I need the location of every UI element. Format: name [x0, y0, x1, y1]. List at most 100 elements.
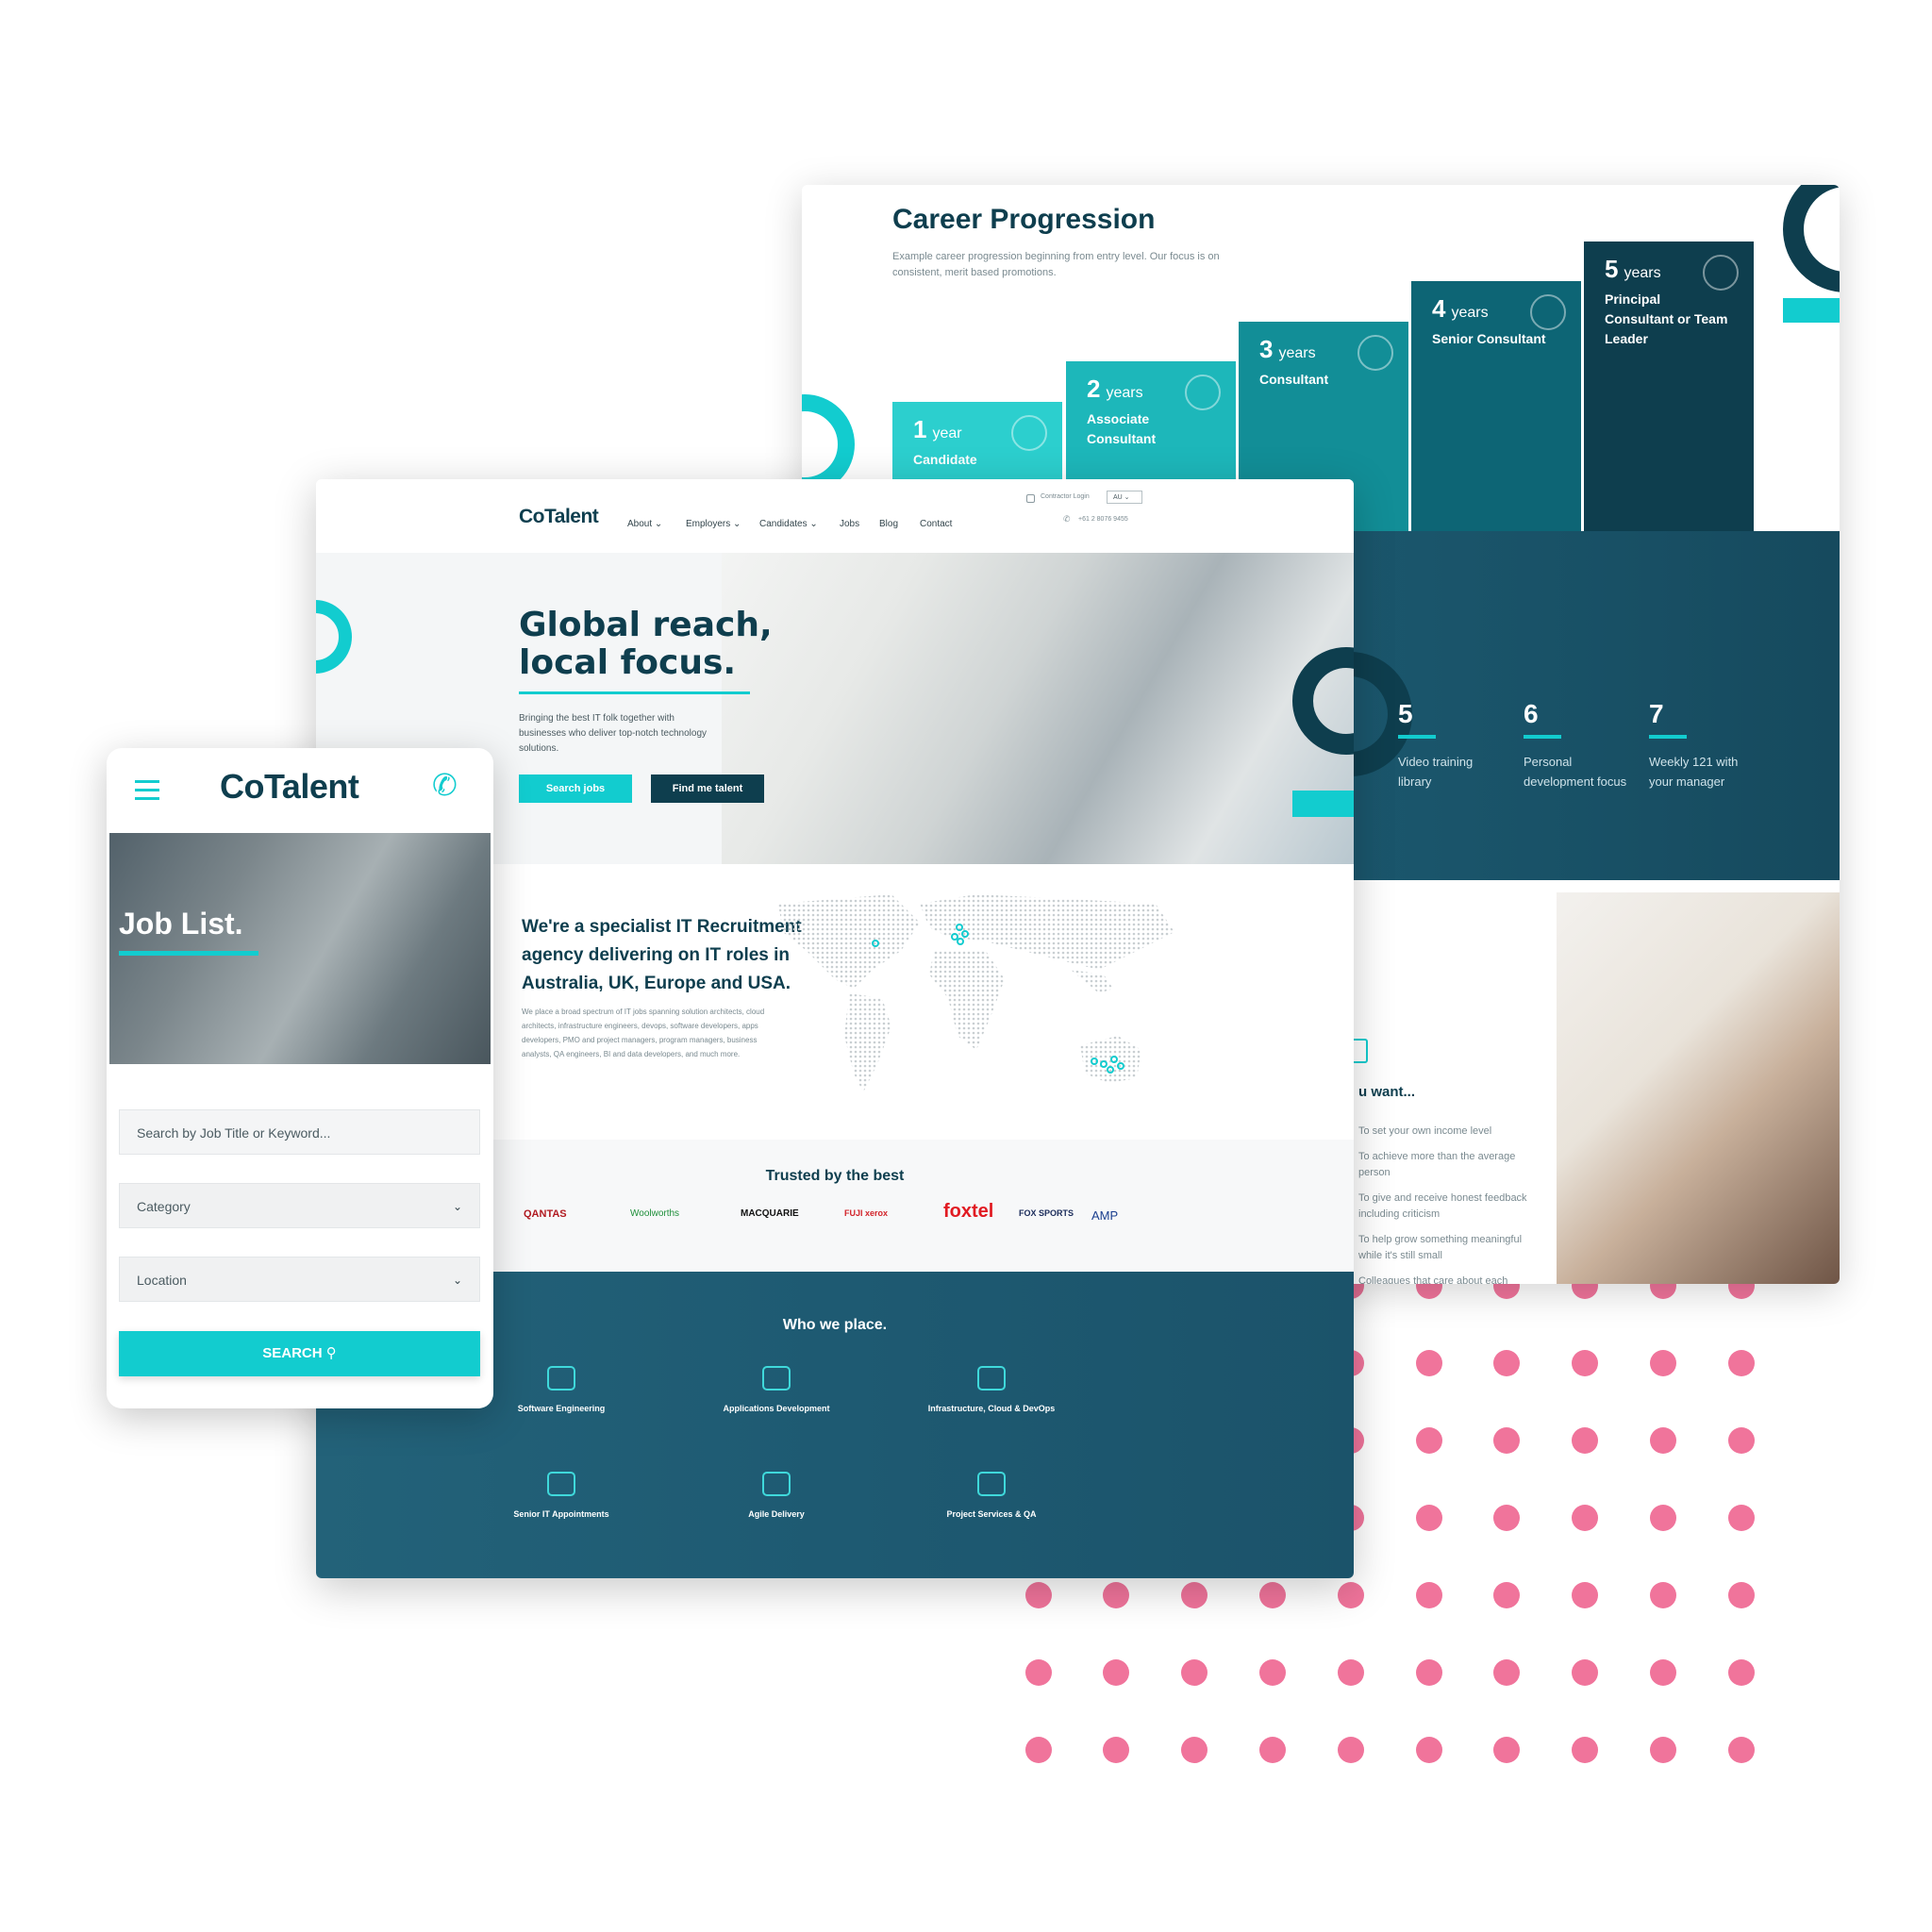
decorative-dot [1181, 1582, 1208, 1608]
category-applications-development[interactable]: Applications Development [673, 1366, 880, 1413]
chevron-down-icon: ⌄ [452, 1274, 462, 1287]
want-title: u want... [1358, 1084, 1415, 1100]
decorative-bar [1292, 791, 1354, 817]
nav-about[interactable]: About ⌄ [627, 519, 662, 529]
decorative-dot [1572, 1582, 1598, 1608]
office-photo [1557, 892, 1840, 1284]
mobile-job-list-page: CoTalent ✆ Job List. Search by Job Title… [107, 748, 493, 1408]
chevron-down-icon: ⌄ [452, 1200, 462, 1213]
decorative-dot [1650, 1737, 1676, 1763]
world-map [778, 894, 1174, 1092]
monitor-code-icon [547, 1366, 575, 1391]
decorative-dot [1728, 1505, 1755, 1531]
brand-logo-amp: AMP [1091, 1208, 1119, 1223]
decorative-dot [1181, 1737, 1208, 1763]
decorative-dot [1416, 1737, 1442, 1763]
category-infrastructure[interactable]: Infrastructure, Cloud & DevOps [888, 1366, 1095, 1413]
want-list: To set your own income level To achieve … [1358, 1125, 1527, 1284]
decorative-dot [1416, 1427, 1442, 1454]
decorative-dot [1493, 1427, 1520, 1454]
lock-icon [1026, 494, 1035, 503]
job-list-hero-photo [109, 833, 491, 1064]
region-select[interactable]: AU ⌄ [1107, 491, 1142, 504]
hero-underline [519, 691, 750, 694]
stat-item: 7 Weekly 121 with your manager [1649, 699, 1739, 789]
decorative-dot [1338, 1582, 1364, 1608]
phone-icon: ✆ [1063, 514, 1071, 524]
brand-logo-woolworths: Woolworths [630, 1208, 680, 1219]
category-agile-delivery[interactable]: Agile Delivery [673, 1472, 880, 1519]
category-project-services[interactable]: Project Services & QA [888, 1472, 1095, 1519]
career-step-5: 5 years Principal Consultant or Team Lead… [1584, 242, 1754, 534]
brand-logo-foxsports: FOX SPORTS [1019, 1208, 1074, 1218]
decorative-dot [1025, 1659, 1052, 1686]
job-list-title: Job List. [119, 907, 243, 941]
contractor-login-link[interactable]: Contractor Login [1041, 493, 1090, 500]
brand-logo-macquarie: MACQUARIE [741, 1208, 799, 1219]
brand-logo-foxtel: foxtel [943, 1201, 994, 1222]
decorative-ring [1783, 185, 1840, 292]
search-button[interactable]: SEARCH ⚲ [119, 1331, 480, 1376]
hero-text: Bringing the best IT folk together with … [519, 713, 708, 754]
team-icon [1530, 294, 1566, 330]
nav-candidates[interactable]: Candidates ⌄ [759, 519, 818, 529]
decorative-dot [1259, 1659, 1286, 1686]
award-icon [1703, 255, 1739, 291]
decorative-dot [1728, 1582, 1755, 1608]
category-senior-it[interactable]: Senior IT Appointments [458, 1472, 665, 1519]
header-phone[interactable]: +61 2 8076 9455 [1078, 516, 1128, 523]
decorative-dot [1650, 1350, 1676, 1376]
keyword-search-input[interactable]: Search by Job Title or Keyword... [119, 1109, 480, 1155]
decorative-dot [1572, 1350, 1598, 1376]
decorative-dot [1416, 1350, 1442, 1376]
phone-icon[interactable]: ✆ [432, 767, 458, 803]
search-jobs-button[interactable]: Search jobs [519, 774, 632, 803]
hero-team-photo [722, 553, 1354, 864]
find-talent-button[interactable]: Find me talent [651, 774, 764, 803]
nav-employers[interactable]: Employers ⌄ [686, 519, 741, 529]
nav-jobs[interactable]: Jobs [840, 519, 859, 529]
brand-logo-fujixerox: FUJI xerox [844, 1208, 889, 1218]
cloud-server-icon [977, 1366, 1006, 1391]
star-icon [1185, 375, 1221, 410]
location-select[interactable]: Location ⌄ [119, 1257, 480, 1302]
decorative-dot [1103, 1582, 1129, 1608]
decorative-dot [1338, 1737, 1364, 1763]
decorative-dot [1416, 1582, 1442, 1608]
decorative-dot [1650, 1427, 1676, 1454]
nav-contact[interactable]: Contact [920, 519, 952, 529]
decorative-dot [1650, 1505, 1676, 1531]
gauge-icon [762, 1472, 791, 1496]
decorative-dot [1493, 1737, 1520, 1763]
decorative-dot [1259, 1582, 1286, 1608]
decorative-bar [1783, 298, 1840, 323]
hero-title: Global reach, local focus. [519, 606, 773, 682]
decorative-dot [1259, 1737, 1286, 1763]
code-window-icon [762, 1366, 791, 1391]
decorative-dot [1650, 1659, 1676, 1686]
mobile-logo[interactable]: CoTalent [220, 767, 359, 807]
category-select[interactable]: Category ⌄ [119, 1183, 480, 1228]
search-icon: ⚲ [325, 1345, 337, 1361]
users-star-icon [1357, 335, 1393, 371]
decorative-dot [1572, 1737, 1598, 1763]
decorative-dot [1493, 1505, 1520, 1531]
cotalent-logo[interactable]: CoTalent [519, 506, 599, 528]
decorative-dot [1416, 1659, 1442, 1686]
decorative-dot [1728, 1737, 1755, 1763]
stat-item: 6 Personal development focus [1524, 699, 1627, 789]
stat-item: 5 Video training library [1398, 699, 1474, 789]
clipboard-check-icon [977, 1472, 1006, 1496]
decorative-dot [1572, 1659, 1598, 1686]
decorative-dot [1103, 1659, 1129, 1686]
decorative-dot [1181, 1659, 1208, 1686]
decorative-dot [1650, 1582, 1676, 1608]
smile-icon [1011, 415, 1047, 451]
decorative-dot [1728, 1659, 1755, 1686]
decorative-dot [1025, 1582, 1052, 1608]
decorative-dot [1493, 1350, 1520, 1376]
hamburger-icon[interactable] [135, 780, 159, 800]
decorative-dot [1025, 1737, 1052, 1763]
nav-blog[interactable]: Blog [879, 519, 898, 529]
career-subtitle: Example career progression beginning fro… [892, 251, 1220, 278]
